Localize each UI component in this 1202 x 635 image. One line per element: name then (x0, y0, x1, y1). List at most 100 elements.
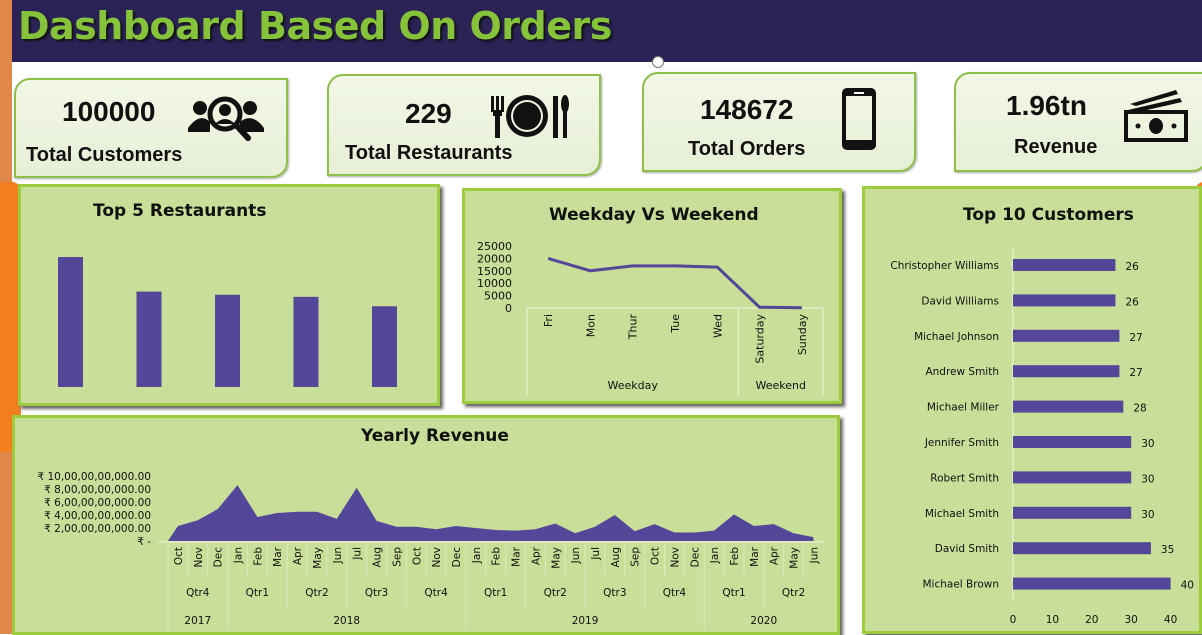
customer-name-label: Robert Smith (930, 472, 999, 484)
quarter-label: Qtr1 (484, 587, 507, 599)
month-label: Aug (610, 547, 622, 568)
kpi-card-customers: 100000 Total Customers (14, 78, 288, 178)
x-tick-label: 10 (1046, 614, 1059, 626)
month-label: Jan (471, 547, 483, 564)
kpi-card-orders: 148672 Total Orders (642, 72, 916, 172)
page-title: Dashboard Based On Orders (18, 4, 612, 48)
quarter-label: Qtr2 (305, 587, 328, 599)
year-label: 2018 (333, 615, 360, 627)
customer-name-label: Michael Johnson (914, 331, 999, 343)
x-tick-label: Wed (711, 314, 724, 338)
plate-cutlery-icon (491, 95, 569, 138)
month-label: Mar (272, 546, 284, 566)
x-tick-label: Thur (627, 314, 640, 341)
month-label: Dec (689, 547, 701, 568)
bar-customer (1013, 259, 1116, 271)
month-label: Nov (669, 547, 681, 568)
month-label: Jul (590, 547, 602, 561)
x-tick-label: Tue (669, 314, 682, 334)
customer-name-label: David Smith (935, 543, 999, 555)
bar-value-label: 30 (1141, 509, 1154, 521)
month-label: Jun (332, 547, 344, 564)
bar-customer (1013, 542, 1151, 555)
area-series-revenue (167, 485, 814, 541)
bar-restaurant-5 (372, 306, 397, 387)
x-tick-label: 0 (1010, 614, 1017, 626)
customer-name-label: David Williams (921, 295, 999, 307)
x-tick-label: Sunday (796, 314, 809, 356)
bar-restaurant-2 (136, 291, 162, 387)
customer-name-label: Michael Miller (927, 402, 1000, 414)
customer-name-label: Michael Smith (925, 508, 999, 520)
bar-customer (1013, 577, 1171, 590)
quarter-label: Qtr1 (246, 587, 269, 599)
customer-name-label: Andrew Smith (925, 366, 999, 378)
top-customers-chart: Christopher Williams 26 David Williams 26 Mi… (890, 247, 1194, 626)
bar-value-label: 30 (1141, 438, 1154, 450)
x-tick-label: Fri (542, 314, 555, 327)
bar-restaurant-3 (215, 294, 240, 387)
month-label: Apr (769, 546, 781, 565)
y-tick-label: ₹ 4,00,00,00,000.00 (44, 510, 151, 522)
x-tick-label: 30 (1125, 614, 1138, 626)
group-label: Weekday (608, 379, 659, 392)
y-tick-label: 10000 (477, 277, 512, 290)
bar-restaurant-1 (58, 257, 83, 387)
x-tick-label: 40 (1164, 614, 1177, 626)
kpi-label: Total Orders (688, 138, 806, 160)
y-tick-label: 0 (505, 302, 512, 315)
y-tick-label: ₹ 8,00,00,00,000.00 (44, 484, 151, 496)
y-tick-label: 5000 (484, 290, 512, 303)
y-tick-label: 25000 (477, 240, 512, 253)
month-label: Jan (709, 547, 721, 564)
kpi-value: 1.96tn (1006, 90, 1087, 121)
customer-name-label: Michael Brown (922, 579, 999, 591)
month-label: Feb (729, 547, 741, 566)
bar-customer (1013, 436, 1132, 448)
bar-customer (1013, 329, 1120, 342)
month-label: May (789, 547, 801, 569)
smartphone-icon (842, 88, 876, 150)
bar-value-label: 26 (1125, 296, 1139, 308)
kpi-value: 100000 (62, 96, 156, 127)
month-label: Dec (213, 547, 225, 568)
month-label: Dec (451, 547, 463, 568)
kpi-value: 229 (405, 98, 452, 129)
weekday-weekend-chart: 2500020000150001000050000 Fri Mon Thur Tue We… (477, 240, 824, 396)
y-tick-label: ₹ 2,00,00,00,000.00 (44, 523, 151, 535)
kpi-card-restaurants: 229 Total Restaurants (327, 74, 601, 176)
kpi-card-revenue: 1.96tn Revenue (954, 72, 1202, 172)
top-restaurants-panel: Top 5 Restaurants (18, 184, 440, 406)
bar-customer (1013, 400, 1124, 413)
quarter-label: Qtr3 (603, 587, 626, 599)
month-label: Apr (530, 546, 542, 565)
x-tick-label: Mon (584, 314, 597, 337)
bar-restaurant-4 (293, 296, 319, 387)
kpi-value: 148672 (700, 94, 794, 125)
yearly-revenue-panel: Yearly Revenue ₹ 10,00,00,00,000.00 ₹ 8,0… (12, 415, 840, 635)
month-label: Nov (193, 547, 205, 568)
bar-value-label: 30 (1141, 473, 1154, 485)
month-label: May (550, 547, 562, 569)
month-label: Oct (650, 547, 662, 565)
kpi-label: Total Customers (26, 144, 183, 166)
bar-customer (1013, 294, 1116, 307)
year-label: 2020 (750, 615, 777, 627)
month-label: Feb (491, 547, 503, 566)
bar-customer (1013, 471, 1132, 484)
month-label: Nov (431, 547, 443, 568)
month-label: Jun (570, 547, 582, 564)
bar-value-label: 35 (1161, 544, 1174, 556)
quarter-label: Qtr1 (722, 587, 745, 599)
resize-handle[interactable] (652, 56, 664, 68)
top-restaurants-chart (58, 257, 397, 387)
month-label: Jun (808, 547, 820, 564)
bar-customer (1013, 506, 1132, 519)
quarter-label: Qtr2 (544, 587, 567, 599)
month-label: Feb (252, 547, 264, 566)
year-label: 2017 (184, 615, 211, 627)
bar-value-label: 28 (1133, 403, 1146, 415)
quarter-label: Qtr3 (365, 587, 388, 599)
y-tick-label: ₹ 6,00,00,00,000.00 (44, 497, 151, 509)
customers-search-icon (188, 96, 264, 141)
